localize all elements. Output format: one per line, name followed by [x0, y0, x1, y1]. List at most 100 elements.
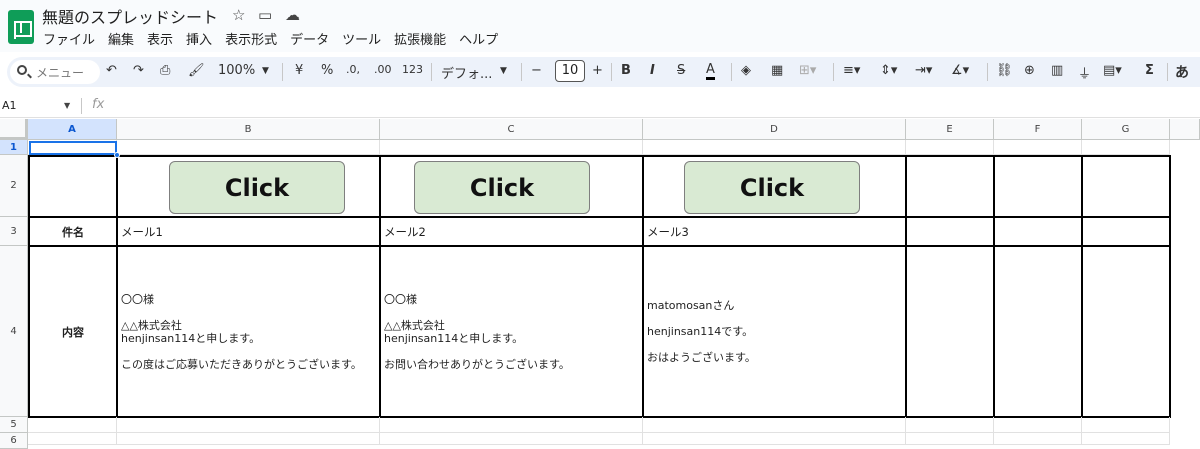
- input-tools-button[interactable]: あ: [1175, 62, 1189, 82]
- borders-icon[interactable]: ▦: [771, 63, 783, 78]
- menu-insert[interactable]: 挿入: [186, 29, 212, 48]
- cell-d6[interactable]: [643, 433, 906, 445]
- decrease-font-size-button[interactable]: −: [531, 63, 542, 78]
- body-cell-1[interactable]: 〇〇様 △△株式会社 henjinsan114と申します。 この度はご応募いただ…: [118, 247, 379, 416]
- bold-button[interactable]: B: [621, 63, 631, 78]
- column-header-a[interactable]: A: [28, 119, 117, 140]
- cell-f5[interactable]: [994, 417, 1082, 433]
- subject-label[interactable]: 件名: [30, 218, 116, 245]
- increase-font-size-button[interactable]: +: [592, 63, 603, 78]
- body-label[interactable]: 内容: [30, 247, 116, 416]
- cell-c5[interactable]: [380, 417, 643, 433]
- insert-comment-icon[interactable]: ⊕: [1024, 63, 1035, 78]
- filter-views-icon[interactable]: ▤▾: [1103, 63, 1122, 78]
- click-button-3[interactable]: Click: [684, 161, 860, 214]
- menu-edit[interactable]: 編集: [108, 29, 134, 48]
- menu-file[interactable]: ファイル: [43, 29, 95, 48]
- subject-cell-1[interactable]: メール1: [118, 218, 379, 245]
- font-dropdown-icon[interactable]: ▼: [500, 66, 507, 76]
- zoom-select[interactable]: 100%: [218, 63, 255, 78]
- cell-e1[interactable]: [906, 140, 994, 155]
- text-wrap-icon[interactable]: ⇥▾: [915, 63, 932, 78]
- zoom-dropdown-icon[interactable]: ▼: [262, 66, 269, 76]
- body-cell-2[interactable]: 〇〇様 △△株式会社 henjinsan114と申します。 お問い合わせありがと…: [381, 247, 642, 416]
- column-header-next[interactable]: [1170, 119, 1200, 140]
- cell-b1[interactable]: [117, 140, 380, 155]
- italic-button[interactable]: I: [650, 63, 655, 78]
- cell-d5[interactable]: [643, 417, 906, 433]
- menu-data[interactable]: データ: [290, 29, 329, 48]
- star-icon[interactable]: ☆: [232, 6, 245, 24]
- column-header-g[interactable]: G: [1082, 119, 1170, 140]
- font-size-input[interactable]: 10: [555, 60, 585, 82]
- text-color-button[interactable]: A: [706, 63, 715, 80]
- horizontal-align-icon[interactable]: ≡▾: [843, 63, 860, 78]
- name-box-dropdown-icon[interactable]: ▼: [64, 101, 70, 110]
- click-button-2[interactable]: Click: [414, 161, 590, 214]
- subject-cell-3[interactable]: メール3: [644, 218, 905, 245]
- cell-e6[interactable]: [906, 433, 994, 445]
- column-header-f[interactable]: F: [994, 119, 1082, 140]
- toolbar-divider: [833, 63, 834, 81]
- insert-link-icon[interactable]: ⛓: [996, 63, 1013, 78]
- paint-format-icon[interactable]: 🖌: [188, 63, 205, 78]
- undo-icon[interactable]: ↶: [106, 63, 117, 78]
- row-header-1[interactable]: 1: [0, 140, 28, 155]
- text-rotation-icon[interactable]: ∡▾: [951, 63, 969, 78]
- font-family-select[interactable]: デフォ...: [441, 63, 492, 82]
- cell-d1[interactable]: [643, 140, 906, 155]
- print-icon[interactable]: ⎙: [160, 63, 170, 78]
- number-format-button[interactable]: 123: [402, 63, 423, 76]
- cell-g1[interactable]: [1082, 140, 1170, 155]
- cell-c1[interactable]: [380, 140, 643, 155]
- insert-chart-icon[interactable]: ▥: [1051, 63, 1063, 78]
- menu-help[interactable]: ヘルプ: [459, 29, 498, 48]
- cell-b6[interactable]: [117, 433, 380, 445]
- column-header-b[interactable]: B: [117, 119, 380, 140]
- vertical-align-icon[interactable]: ⇕▾: [880, 63, 897, 78]
- strikethrough-button[interactable]: S: [677, 63, 685, 78]
- filter-icon[interactable]: ⏚: [1078, 63, 1091, 82]
- functions-icon[interactable]: Σ: [1145, 63, 1154, 78]
- column-header-c[interactable]: C: [380, 119, 643, 140]
- menu-format[interactable]: 表示形式: [225, 29, 277, 48]
- column-header-e[interactable]: E: [906, 119, 994, 140]
- cell-f6[interactable]: [994, 433, 1082, 445]
- percent-format-button[interactable]: %: [321, 63, 333, 78]
- row-header-4[interactable]: 4: [0, 246, 28, 417]
- formula-input[interactable]: [110, 95, 1198, 117]
- click-button-1[interactable]: Click: [169, 161, 345, 214]
- menu-tools[interactable]: ツール: [342, 29, 381, 48]
- sheets-logo-icon[interactable]: [8, 10, 34, 44]
- cell-a5[interactable]: [28, 417, 117, 433]
- cell-a6[interactable]: [28, 433, 117, 445]
- row-header-2[interactable]: 2: [0, 155, 28, 217]
- menu-view[interactable]: 表示: [147, 29, 173, 48]
- subject-cell-2[interactable]: メール2: [381, 218, 642, 245]
- fill-color-icon[interactable]: ◈: [741, 63, 751, 78]
- cell-g5[interactable]: [1082, 417, 1170, 433]
- cell-c6[interactable]: [380, 433, 643, 445]
- name-box[interactable]: A1: [2, 99, 17, 112]
- currency-format-button[interactable]: ¥: [295, 63, 303, 78]
- redo-icon[interactable]: ↷: [133, 63, 144, 78]
- row-header-3[interactable]: 3: [0, 217, 28, 246]
- select-all-corner[interactable]: [0, 119, 28, 140]
- column-header-d[interactable]: D: [643, 119, 906, 140]
- cloud-status-icon[interactable]: ☁: [285, 6, 300, 24]
- menu-extensions[interactable]: 拡張機能: [394, 29, 446, 48]
- fill-handle[interactable]: [114, 152, 120, 158]
- increase-decimal-button[interactable]: .00: [374, 63, 392, 76]
- document-title[interactable]: 無題のスプレッドシート: [42, 4, 218, 28]
- move-folder-icon[interactable]: ▭: [258, 6, 272, 24]
- cell-b5[interactable]: [117, 417, 380, 433]
- menu-search[interactable]: メニュー: [10, 60, 100, 84]
- merge-cells-icon[interactable]: ⊞▾: [799, 63, 816, 78]
- row-header-5[interactable]: 5: [0, 417, 28, 433]
- cell-e5[interactable]: [906, 417, 994, 433]
- cell-f1[interactable]: [994, 140, 1082, 155]
- decrease-decimal-button[interactable]: .0,: [346, 63, 360, 76]
- row-header-6[interactable]: 6: [0, 433, 28, 449]
- cell-g6[interactable]: [1082, 433, 1170, 445]
- body-cell-3[interactable]: matomosanさん henjinsan114です。 おはようございます。: [644, 247, 905, 416]
